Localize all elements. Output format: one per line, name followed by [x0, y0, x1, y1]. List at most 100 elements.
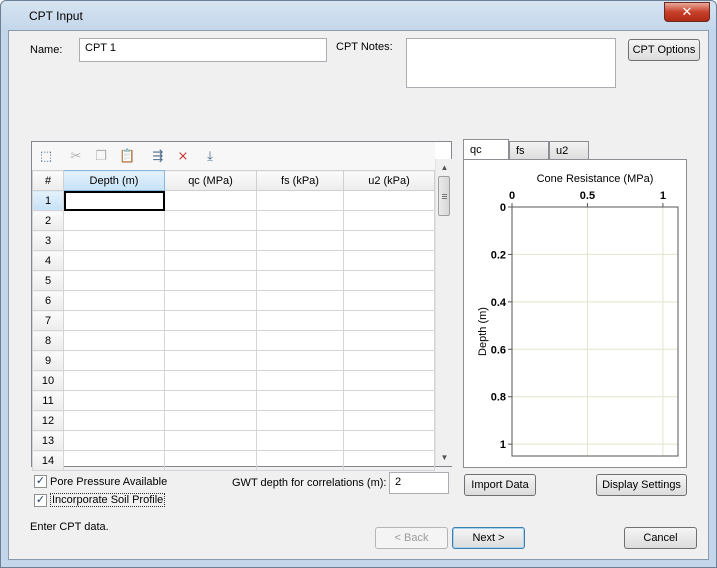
table-cell[interactable] [63, 430, 165, 451]
name-input[interactable]: CPT 1 [79, 38, 327, 62]
table-cell[interactable] [343, 210, 435, 231]
column-header-3[interactable]: fs (kPa) [256, 170, 344, 191]
scroll-down-icon[interactable]: ▼ [436, 449, 453, 466]
table-cell[interactable] [256, 190, 344, 211]
row-number[interactable]: 12 [32, 410, 64, 431]
table-cell[interactable] [63, 230, 165, 251]
soil-profile-checkbox-row[interactable]: ✓ Incorporate Soil Profile [34, 493, 166, 507]
table-cell[interactable] [256, 330, 344, 351]
scroll-up-icon[interactable]: ▲ [436, 159, 453, 176]
table-cell[interactable] [343, 370, 435, 391]
row-number[interactable]: 8 [32, 330, 64, 351]
row-number[interactable]: 13 [32, 430, 64, 451]
table-cell[interactable] [63, 390, 165, 411]
table-cell[interactable] [343, 450, 435, 471]
table-cell[interactable] [256, 270, 344, 291]
table-cell[interactable] [343, 330, 435, 351]
table-cell[interactable] [63, 450, 165, 471]
table-cell[interactable] [256, 390, 344, 411]
column-header-4[interactable]: u2 (kPa) [343, 170, 435, 191]
table-cell[interactable] [164, 430, 257, 451]
row-number[interactable]: 1 [32, 190, 64, 211]
display-settings-button[interactable]: Display Settings [596, 474, 687, 496]
copy-icon[interactable]: ❐ [93, 148, 109, 164]
gwt-depth-input[interactable]: 2 [389, 472, 449, 494]
table-cell[interactable] [164, 210, 257, 231]
table-cell[interactable] [343, 350, 435, 371]
table-cell[interactable] [63, 270, 165, 291]
table-cell[interactable] [256, 210, 344, 231]
table-cell[interactable] [164, 270, 257, 291]
table-cell[interactable] [256, 410, 344, 431]
table-cell[interactable] [343, 310, 435, 331]
cpt-notes-input[interactable] [406, 38, 616, 88]
row-number[interactable]: 2 [32, 210, 64, 231]
table-cell[interactable] [164, 310, 257, 331]
row-number[interactable]: 3 [32, 230, 64, 251]
table-cell[interactable] [256, 430, 344, 451]
table-cell[interactable] [63, 210, 165, 231]
table-cell[interactable] [164, 190, 257, 211]
grid-vertical-scrollbar[interactable]: ▲ ▼ [435, 159, 452, 466]
table-cell[interactable] [164, 390, 257, 411]
row-number[interactable]: 5 [32, 270, 64, 291]
pore-pressure-checkbox-row[interactable]: ✓ Pore Pressure Available [34, 475, 167, 488]
table-cell[interactable] [343, 290, 435, 311]
cpt-options-button[interactable]: CPT Options [628, 39, 700, 61]
table-cell[interactable] [63, 410, 165, 431]
table-cell[interactable] [63, 190, 165, 211]
row-number[interactable]: 4 [32, 250, 64, 271]
table-cell[interactable] [343, 390, 435, 411]
table-cell[interactable] [63, 250, 165, 271]
table-cell[interactable] [164, 330, 257, 351]
table-cell[interactable] [63, 330, 165, 351]
column-header-2[interactable]: qc (MPa) [164, 170, 257, 191]
table-cell[interactable] [164, 410, 257, 431]
table-cell[interactable] [63, 290, 165, 311]
column-header-rownum[interactable]: # [32, 170, 64, 191]
soil-profile-checkbox[interactable]: ✓ [34, 493, 47, 507]
delete-row-icon[interactable]: ⨯ [175, 148, 191, 164]
table-cell[interactable] [164, 250, 257, 271]
pore-pressure-checkbox[interactable]: ✓ [34, 475, 47, 488]
close-button[interactable]: ✕ [664, 2, 710, 22]
table-cell[interactable] [256, 450, 344, 471]
table-cell[interactable] [164, 230, 257, 251]
next-button[interactable]: Next > [452, 527, 525, 549]
scroll-thumb[interactable] [438, 176, 450, 216]
table-cell[interactable] [63, 350, 165, 371]
table-cell[interactable] [343, 270, 435, 291]
table-cell[interactable] [343, 190, 435, 211]
row-number[interactable]: 14 [32, 450, 64, 471]
table-cell[interactable] [343, 410, 435, 431]
cancel-button[interactable]: Cancel [624, 527, 697, 549]
table-cell[interactable] [164, 290, 257, 311]
column-header-1[interactable]: Depth (m) [63, 170, 165, 191]
tab-u2[interactable]: u2 [549, 141, 589, 160]
row-number[interactable]: 11 [32, 390, 64, 411]
table-cell[interactable] [343, 430, 435, 451]
row-number[interactable]: 9 [32, 350, 64, 371]
table-cell[interactable] [256, 350, 344, 371]
table-cell[interactable] [256, 250, 344, 271]
row-number[interactable]: 10 [32, 370, 64, 391]
table-cell[interactable] [256, 290, 344, 311]
row-number[interactable]: 6 [32, 290, 64, 311]
table-cell[interactable] [63, 310, 165, 331]
table-cell[interactable] [63, 370, 165, 391]
cut-icon[interactable]: ✂ [68, 148, 84, 164]
fill-down-icon[interactable]: ⤓ [202, 148, 218, 164]
select-all-icon[interactable]: ⬚ [38, 148, 54, 164]
paste-icon[interactable]: 📋 [119, 148, 135, 164]
back-button[interactable]: < Back [375, 527, 448, 549]
table-cell[interactable] [256, 370, 344, 391]
table-cell[interactable] [164, 370, 257, 391]
table-cell[interactable] [164, 450, 257, 471]
table-cell[interactable] [256, 310, 344, 331]
table-cell[interactable] [256, 230, 344, 251]
insert-row-icon[interactable]: ⇶ [150, 148, 166, 164]
table-cell[interactable] [164, 350, 257, 371]
import-data-button[interactable]: Import Data [464, 474, 536, 496]
row-number[interactable]: 7 [32, 310, 64, 331]
tab-fs[interactable]: fs [509, 141, 549, 160]
